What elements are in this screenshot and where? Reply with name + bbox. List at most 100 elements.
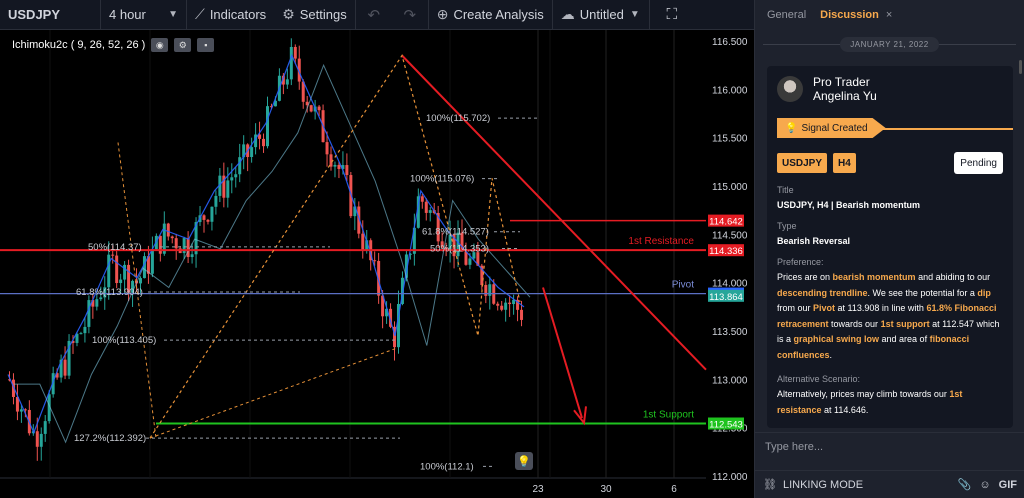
candle-body: [285, 79, 289, 85]
candle-body: [107, 254, 111, 288]
price-tick: 116.000: [712, 85, 748, 96]
highlight: 1st support: [880, 318, 930, 329]
trash-icon[interactable]: ▪: [197, 38, 215, 52]
candle-body: [373, 260, 377, 262]
alternative-label: Alternative Scenario:: [777, 374, 861, 384]
candle-body: [79, 333, 83, 335]
price-chart[interactable]: 116.500 116.000 115.500 115.000 114.500 114.0…: [0, 30, 754, 498]
eye-icon[interactable]: ◉: [151, 38, 169, 52]
candle-body: [170, 236, 174, 239]
candle-body: [115, 255, 119, 284]
candle-body: [361, 233, 365, 250]
candle-body: [190, 254, 194, 258]
fib-label: 127.2%(112.392): [74, 433, 146, 444]
price-tick: 112.000: [712, 472, 748, 483]
text-segment: and abiding to our: [915, 272, 991, 282]
create-analysis-button[interactable]: ⊕ Create Analysis: [429, 0, 552, 30]
type-label: Type: [777, 221, 797, 231]
timeframe-label: 4 hour: [109, 7, 146, 22]
pivot-label: Pivot: [672, 280, 694, 291]
candle-body: [266, 106, 269, 147]
candle-body: [520, 309, 524, 320]
indicators-button[interactable]: ⟋ Indicators: [187, 0, 274, 30]
link-icon: ⛓: [763, 479, 777, 491]
signal-badge: 💡 Signal Created: [777, 118, 886, 138]
status-badge: Pending: [954, 152, 1003, 174]
price-tick: 113.000: [712, 375, 748, 386]
indicators-icon: ⟋: [195, 6, 205, 22]
undo-icon: ↶: [367, 6, 381, 24]
candle-body: [206, 219, 210, 222]
linking-mode-label[interactable]: LINKING MODE: [783, 479, 863, 491]
tab-discussion[interactable]: Discussion ×: [820, 9, 892, 21]
highlight: dip: [977, 287, 991, 298]
price-badge-label: 113.864: [709, 292, 743, 303]
candle-body: [142, 256, 146, 279]
indicator-legend: Ichimoku2c ( 9, 26, 52, 26 ) ◉ ⚙ ▪: [12, 38, 215, 52]
fib-label: 61.8%(114.527): [422, 227, 489, 238]
price-badge-label: 114.336: [709, 246, 743, 257]
panel-footer: ⛓ LINKING MODE 📎 ☺ GIF: [755, 470, 1024, 498]
candle-body: [111, 254, 115, 256]
gif-button[interactable]: GIF: [999, 479, 1017, 491]
attachment-icon[interactable]: 📎: [958, 478, 972, 491]
candle-body: [309, 105, 313, 112]
scrollbar[interactable]: [1019, 60, 1022, 74]
fullscreen-icon: ⛶: [666, 6, 678, 23]
time-tick: 30: [600, 484, 612, 495]
signal-row: 💡 Signal Created: [777, 118, 1013, 138]
candle-body: [496, 303, 500, 306]
reply-box: [755, 432, 1024, 460]
lightbulb-icon[interactable]: 💡: [515, 452, 533, 470]
text-segment: . We see the potential for a: [867, 287, 978, 298]
close-icon[interactable]: ×: [886, 9, 892, 21]
candle-body: [230, 177, 234, 181]
candle-body: [87, 300, 91, 327]
preference-label: Preference:: [777, 257, 824, 267]
avatar: [777, 76, 803, 102]
candle-body: [83, 326, 87, 334]
candle-body: [428, 210, 432, 213]
text-segment: .: [829, 349, 833, 360]
candle-body: [337, 164, 341, 169]
candle-body: [420, 196, 424, 202]
gear-icon: ⚙: [282, 6, 295, 22]
settings-button[interactable]: ⚙ Settings: [274, 0, 355, 30]
symbol-search[interactable]: USDJPY: [0, 0, 100, 30]
fullscreen-button[interactable]: ⛶: [650, 0, 694, 30]
text-segment: Prices are on: [777, 272, 833, 282]
create-analysis-label: Create Analysis: [453, 7, 544, 22]
text-segment: towards our: [828, 318, 881, 329]
author: Pro Trader Angelina Yu: [777, 72, 1003, 106]
candle-body: [210, 206, 214, 222]
redo-icon: ↷: [403, 6, 417, 24]
fib-label: 100%(115.076): [410, 174, 474, 185]
chart-canvas[interactable]: 116.500116.000115.500115.000114.500114.0…: [0, 30, 754, 498]
redo-button[interactable]: ↷: [392, 0, 428, 30]
price-tick: 116.500: [712, 37, 748, 48]
price-tick: 114.500: [712, 230, 748, 241]
symbol-label: USDJPY: [8, 7, 61, 22]
gear-icon[interactable]: ⚙: [174, 38, 192, 52]
text-segment: at 113.908 in line with: [835, 303, 927, 313]
tab-general[interactable]: General: [767, 9, 806, 21]
layout-select[interactable]: ☁ Untitled ▼: [553, 0, 649, 30]
timeframe-select[interactable]: 4 hour ▼: [101, 0, 186, 30]
price-tick: 115.000: [712, 182, 748, 193]
signal-card: Pro Trader Angelina Yu 💡 Signal Created U…: [767, 66, 1013, 428]
emoji-icon[interactable]: ☺: [979, 479, 990, 491]
fib-label: 100%(112.1): [420, 461, 474, 472]
candle-body: [293, 46, 297, 59]
lightbulb-icon: 💡: [785, 122, 798, 134]
layout-label: Untitled: [579, 7, 624, 22]
candle-body: [43, 421, 47, 434]
candle-body: [250, 147, 254, 157]
tab-discussion-label: Discussion: [820, 9, 879, 21]
candle-body: [138, 278, 142, 284]
undo-button[interactable]: ↶: [356, 0, 392, 30]
resistance-label: 1st Resistance: [628, 236, 694, 247]
reply-input[interactable]: [765, 440, 1015, 453]
candle-body: [329, 154, 333, 167]
fib-label: 100%(115.702): [426, 113, 490, 124]
candle-body: [19, 409, 23, 412]
